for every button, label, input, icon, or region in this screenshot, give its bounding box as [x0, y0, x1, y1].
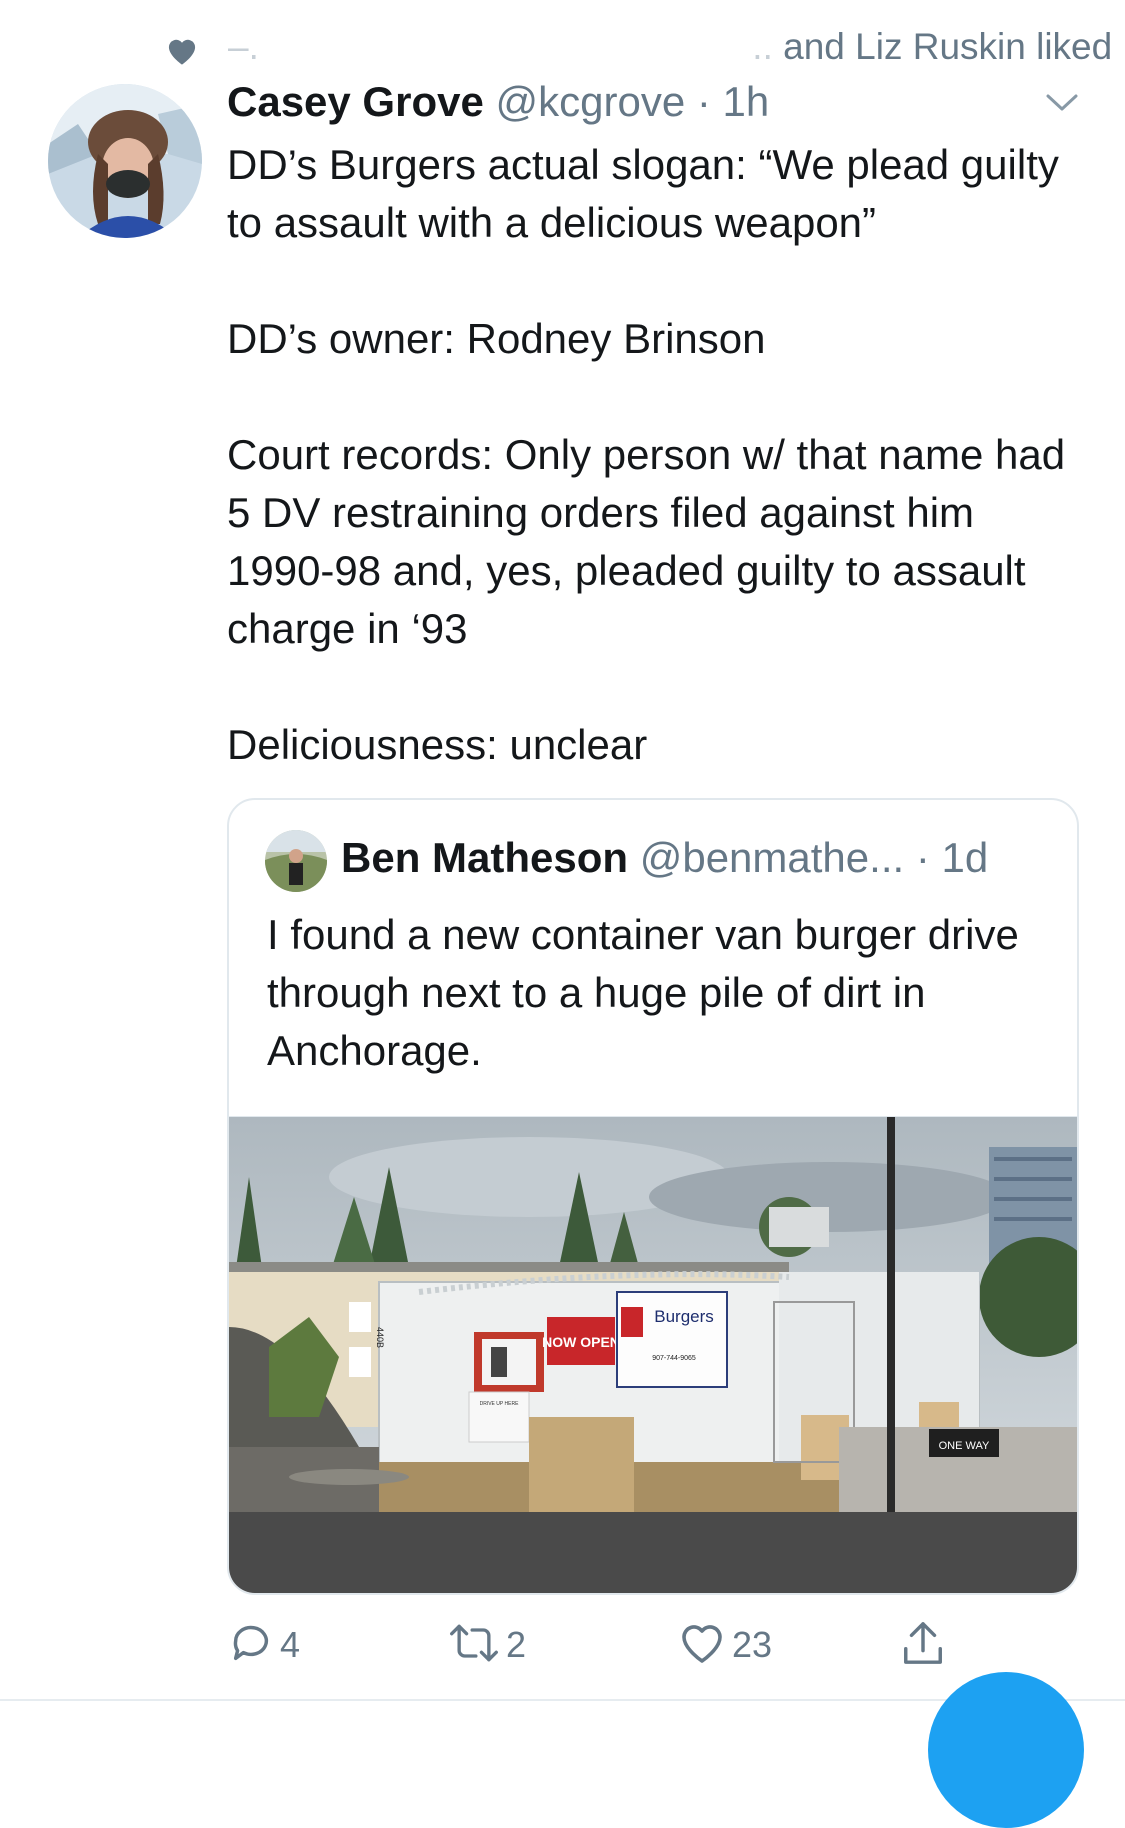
share-button[interactable]	[900, 1615, 946, 1675]
quoted-tweet-card[interactable]: Ben Matheson @benmathe... · 1d I found a…	[227, 798, 1079, 1595]
tweet-time[interactable]: 1h	[723, 78, 770, 125]
tweet-line: Court records: Only person w/ that name …	[227, 431, 1066, 652]
share-icon	[900, 1618, 946, 1673]
quoted-author-avatar	[265, 830, 327, 892]
quoted-author-name: Ben Matheson	[341, 834, 629, 881]
quoted-tweet-photo[interactable]: NOW OPEN Burgers 907-744-9065 DRIVE UP H…	[229, 1116, 1077, 1593]
compose-button[interactable]	[928, 1672, 1084, 1828]
reply-icon	[228, 1620, 274, 1671]
tweet-header: Casey Grove @kcgrove · 1h	[227, 78, 769, 126]
tweet-actions: 4 2 23	[0, 1615, 1125, 1675]
address-sign: 440B	[375, 1327, 385, 1348]
tweet-line: DD’s owner: Rodney Brinson	[227, 315, 766, 362]
retweet-button[interactable]: 2	[448, 1615, 526, 1675]
author-avatar[interactable]	[48, 84, 202, 238]
tweet-line: Deliciousness: unclear	[227, 721, 648, 768]
tweet-line: DD’s Burgers actual slogan: “We plead gu…	[227, 141, 1059, 246]
reply-count: 4	[280, 1624, 301, 1665]
retweet-icon	[448, 1620, 500, 1671]
heart-icon	[164, 34, 200, 71]
quoted-header-separator: ·	[915, 834, 930, 881]
reply-button[interactable]: 4	[228, 1615, 300, 1675]
drive-up-sign: DRIVE UP HERE	[480, 1401, 519, 1407]
social-context-text: –. .. and Liz Ruskin liked	[228, 26, 1113, 67]
phone-sign: 907-744-9065	[652, 1355, 696, 1362]
one-way-sign: ONE WAY	[939, 1440, 990, 1452]
quoted-author-handle: @benmathe...	[639, 834, 905, 881]
header-separator: ·	[696, 78, 711, 125]
quoted-tweet-time: 1d	[941, 834, 989, 881]
author-name[interactable]: Casey Grove	[227, 78, 484, 125]
chevron-down-icon[interactable]	[1045, 92, 1079, 119]
retweet-count: 2	[506, 1624, 527, 1665]
quoted-tweet-header: Ben Matheson @benmathe... · 1d	[341, 834, 988, 882]
like-count: 23	[732, 1624, 773, 1665]
tweet-text: DD’s Burgers actual slogan: “We plead gu…	[227, 136, 1087, 774]
brand-sign: Burgers	[654, 1307, 714, 1326]
now-open-sign: NOW OPEN	[542, 1334, 620, 1350]
author-handle[interactable]: @kcgrove	[496, 78, 686, 125]
like-button[interactable]: 23	[678, 1615, 772, 1675]
heart-outline-icon	[678, 1620, 726, 1671]
social-context: –. .. and Liz Ruskin liked	[160, 24, 1112, 74]
quoted-tweet-text: I found a new container van burger drive…	[267, 911, 1019, 1074]
